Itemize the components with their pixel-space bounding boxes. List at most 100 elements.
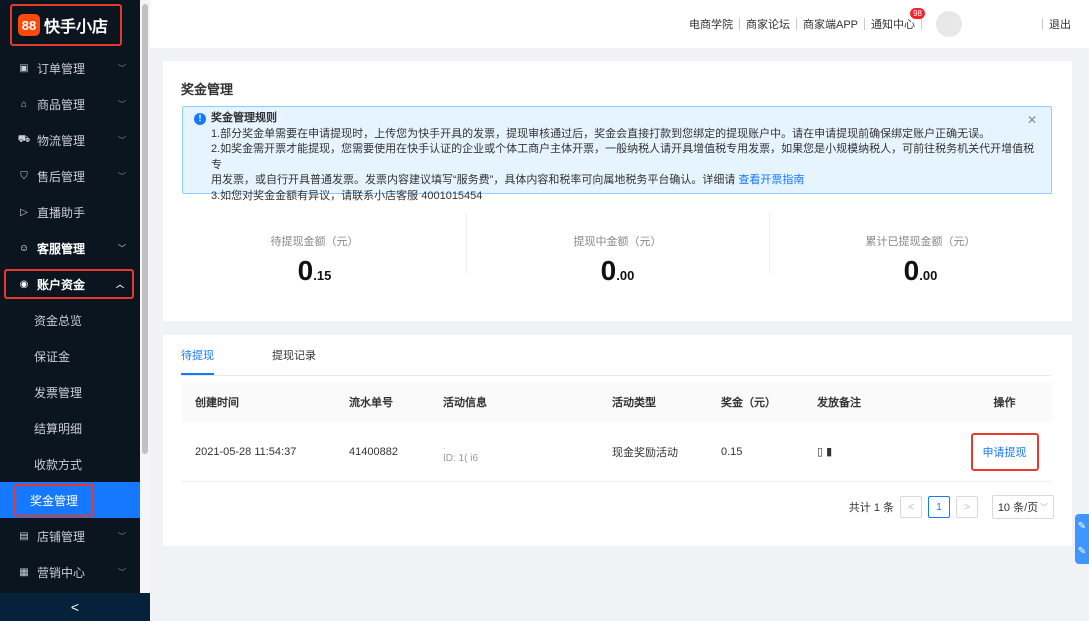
sidebar-subitem-label: 收款方式 (34, 457, 83, 472)
pagination-total: 共计 1 条 (848, 502, 894, 514)
stat-dec: .00 (616, 268, 635, 283)
table-row: 2021-05-28 11:54:37 41400882 . ID: 1( i6… (182, 422, 1052, 482)
bonus-summary-card: 奖金管理 ! 奖金管理规则 1.部分奖金单需要在申请提现时，上传您为快手开具的发票… (163, 61, 1072, 321)
column-header: 发放备注 (817, 397, 861, 409)
cell-activity-info: . ID: 1( i6 (443, 439, 612, 464)
column-header: 操作 (993, 397, 1016, 409)
edit-icon: ✎ (1077, 521, 1087, 532)
sidebar-item-products[interactable]: ⌂ 商品管理 ﹀ (0, 86, 140, 122)
stat-label: 待提现金额（元） (270, 236, 359, 248)
sidebar-subitem-label: 发票管理 (34, 385, 83, 400)
sidebar-subitem-bonus-management[interactable]: 奖金管理 (0, 482, 140, 518)
store-icon: ▤ (19, 530, 29, 542)
column-header: 创建时间 (195, 397, 239, 409)
divider (181, 375, 1051, 376)
tab-withdrawal-records[interactable]: 提现记录 (272, 335, 316, 375)
sidebar-item-customer-service[interactable]: ☺ 客服管理 ﹀ (0, 230, 140, 266)
info-icon: ! (194, 112, 206, 125)
chevron-up-icon: ︿ (116, 279, 124, 289)
sidebar-item-after-sales[interactable]: ⛉ 售后管理 ﹀ (0, 158, 140, 194)
apply-withdrawal-button[interactable]: 申请提现 (970, 432, 1039, 471)
stat-withdrawing: 提现中金额（元） 0.00 (466, 209, 769, 299)
header-notice-center[interactable]: 通知中心 98 (865, 8, 925, 32)
next-page-button[interactable]: > (956, 496, 978, 518)
sidebar-item-label: 商品管理 (37, 97, 86, 112)
activity-id: ID: 1( i6 (443, 453, 479, 464)
stat-int: 0 (600, 255, 617, 286)
sidebar-subitem-funds-overview[interactable]: 资金总览 (0, 302, 140, 338)
sidebar-scrollbar[interactable] (140, 0, 150, 593)
sidebar-item-label: 直播助手 (37, 205, 86, 220)
chevron-down-icon: ﹀ (118, 63, 126, 73)
chevron-down-icon: ﹀ (118, 567, 126, 577)
sidebar-subitem-label: 资金总览 (34, 313, 83, 328)
sidebar-nav: ▣ 订单管理 ﹀ ⌂ 商品管理 ﹀ ⛟ 物流管理 ﹀ ⛉ 售后管理 ﹀ ▷ 直播助手 ☺ 客服管理 ﹀… (0, 50, 140, 590)
prev-page-button[interactable]: < (900, 496, 922, 518)
sidebar-subitem-payment-methods[interactable]: 收款方式 (0, 446, 140, 482)
sidebar-item-logistics[interactable]: ⛟ 物流管理 ﹀ (0, 122, 140, 158)
chat-icon: ☺ (18, 242, 30, 254)
page-size-select[interactable]: 10 条/页 ﹀ (992, 495, 1054, 519)
sidebar-item-label: 物流管理 (37, 133, 86, 148)
activity-name: . (443, 441, 446, 451)
sidebar-item-account-funds[interactable]: ◉ 账户资金 ︿ (4, 269, 134, 299)
sidebar-subitem-label: 结算明细 (34, 421, 83, 436)
header-link-forum[interactable]: 商家论坛 (740, 16, 796, 32)
header-link-app[interactable]: 商家端APP (797, 16, 864, 32)
alert-line: 2.如奖金需开票才能提现，您需要使用在快手认证的企业或个体工商户主体开票，一般纳… (211, 143, 1035, 171)
floating-feedback-button[interactable]: ✎ ✎ (1075, 514, 1089, 564)
sidebar-subitem-label: 奖金管理 (14, 483, 95, 517)
cell-remark: ▯ ▮ (817, 446, 833, 458)
sidebar-item-live-assistant[interactable]: ▷ 直播助手 (0, 194, 140, 230)
invoice-guide-link[interactable]: 查看开票指南 (738, 174, 804, 186)
chevron-down-icon: ﹀ (118, 171, 126, 181)
sidebar-item-marketing[interactable]: ▦ 营销中心 ﹀ (0, 554, 140, 590)
avatar[interactable] (936, 11, 962, 37)
alert-line: 用发票，或自行开具普通发票。发票内容建议填写“服务费”，具体内容和税率可向属地税… (194, 173, 1041, 189)
logout-link[interactable]: 退出 (1043, 16, 1077, 32)
truck-icon: ⛟ (17, 133, 31, 145)
sidebar-collapse-button[interactable]: < (0, 593, 150, 621)
sidebar-item-orders[interactable]: ▣ 订单管理 ﹀ (0, 50, 140, 86)
chevron-down-icon: ﹀ (118, 99, 126, 109)
sidebar-item-label: 账户资金 (37, 277, 86, 292)
page-button-current[interactable]: 1 (928, 496, 950, 518)
alert-title-text: 奖金管理规则 (211, 112, 277, 124)
close-icon[interactable]: ✕ (1027, 113, 1037, 129)
sidebar: 88 快手小店 ▣ 订单管理 ﹀ ⌂ 商品管理 ﹀ ⛟ 物流管理 ﹀ ⛉ 售后管理 ﹀ ▷ 直播助… (0, 0, 140, 621)
sidebar-subitem-deposit[interactable]: 保证金 (0, 338, 140, 374)
cell-serial-number: 41400882 (349, 445, 398, 458)
header-link-academy[interactable]: 电商学院 (683, 16, 739, 32)
chevron-down-icon: ﹀ (118, 531, 126, 541)
pagination: 共计 1 条 < 1 > 10 条/页 ﹀ (849, 495, 1054, 519)
stat-value: 0.00 (601, 255, 635, 287)
page-size-value: 10 条/页 (997, 502, 1039, 514)
column-header: 活动类型 (612, 397, 656, 409)
stat-int: 0 (903, 255, 920, 286)
cell-created-time: 2021-05-28 11:54:37 (195, 445, 297, 458)
bonus-table: 创建时间 流水单号 活动信息 活动类型 奖金（元） 发放备注 操作 2021-0… (182, 382, 1052, 482)
sidebar-item-label: 店铺管理 (37, 529, 86, 544)
edit-icon: ✎ (1077, 546, 1087, 557)
tab-pending-withdrawal[interactable]: 待提现 (181, 335, 214, 375)
logo[interactable]: 88 快手小店 (10, 4, 122, 46)
cell-action: 申请提现 (957, 432, 1052, 471)
logo-text: 快手小店 (44, 19, 109, 36)
scrollbar-thumb[interactable] (142, 4, 148, 454)
column-header: 奖金（元） (721, 397, 776, 409)
stat-label: 提现中金额（元） (573, 236, 662, 248)
sidebar-item-store[interactable]: ▤ 店铺管理 ﹀ (0, 518, 140, 554)
chevron-down-icon: ﹀ (118, 243, 126, 253)
bonus-list-card: 待提现 提现记录 创建时间 流水单号 活动信息 活动类型 奖金（元） 发放备注 … (163, 335, 1072, 546)
stat-value: 0.15 (298, 255, 332, 287)
stat-value: 0.00 (904, 255, 938, 287)
chevron-down-icon: ﹀ (118, 135, 126, 145)
column-header: 活动信息 (443, 397, 487, 409)
sidebar-item-label: 订单管理 (37, 61, 86, 76)
sidebar-subitem-settlement[interactable]: 结算明细 (0, 410, 140, 446)
order-icon: ▣ (19, 62, 29, 74)
live-icon: ▷ (20, 206, 28, 218)
footer-area (150, 593, 1089, 621)
sidebar-subitem-invoices[interactable]: 发票管理 (0, 374, 140, 410)
alert-line: 1.部分奖金单需要在申请提现时，上传您为快手开具的发票，提现审核通过后，奖金会直… (211, 127, 991, 140)
